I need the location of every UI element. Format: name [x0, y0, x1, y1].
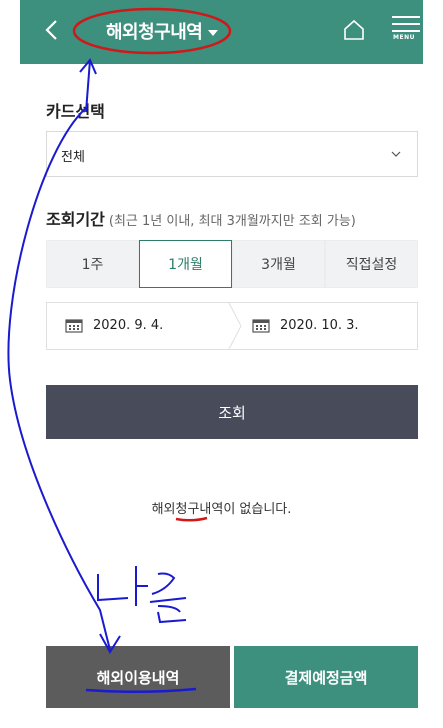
overseas-usage-button[interactable]: 해외이용내역	[46, 646, 230, 708]
menu-label: MENU	[393, 34, 415, 41]
tab-1-month[interactable]: 1개월	[139, 240, 232, 288]
period-tabs: 1주 1개월 3개월 직접설정	[46, 240, 418, 288]
start-date-field[interactable]: 2020. 9. 4.	[65, 317, 163, 333]
card-select-dropdown[interactable]: 전체	[46, 131, 418, 177]
bottom-action-bar: 해외이용내역 결제예정금액	[46, 646, 418, 708]
end-date-field[interactable]: 2020. 10. 3.	[252, 317, 359, 333]
calendar-icon	[65, 319, 83, 333]
right-margin	[423, 0, 443, 728]
home-icon[interactable]	[342, 18, 366, 42]
tab-3-months[interactable]: 3개월	[232, 240, 325, 288]
blue-curve-annotation	[7, 107, 111, 651]
card-select-value: 전체	[61, 150, 85, 165]
handwriting-reun	[149, 572, 187, 624]
period-label-row: 조회기간 (최근 1년 이내, 최대 3개월까지만 조회 가능)	[46, 206, 356, 230]
date-separator-chevron	[228, 303, 242, 349]
calendar-icon	[252, 319, 270, 333]
start-date: 2020. 9. 4.	[93, 317, 164, 333]
caret-down-icon	[208, 30, 219, 36]
expected-payment-button[interactable]: 결제예정금액	[234, 646, 418, 708]
title-dropdown[interactable]: 해외청구내역	[106, 14, 219, 48]
period-label: 조회기간	[46, 210, 105, 229]
search-button[interactable]: 조회	[46, 385, 418, 439]
menu-icon[interactable]: MENU	[392, 14, 422, 44]
date-range: 2020. 9. 4. 2020. 10. 3.	[46, 302, 418, 350]
back-arrow-icon[interactable]	[42, 16, 62, 44]
chevron-down-icon	[391, 151, 401, 157]
tab-custom[interactable]: 직접설정	[325, 240, 418, 288]
left-margin	[0, 0, 20, 728]
app-header: 해외청구내역 MENU	[20, 0, 423, 64]
page-title: 해외청구내역	[106, 22, 203, 43]
red-underline-annotation	[175, 516, 208, 522]
tab-1-week[interactable]: 1주	[46, 240, 139, 288]
handwriting-da	[97, 566, 148, 606]
end-date: 2020. 10. 3.	[280, 317, 359, 333]
card-select-label: 카드선택	[46, 102, 105, 121]
empty-message: 해외청구내역이 없습니다.	[151, 502, 292, 517]
period-hint: (최근 1년 이내, 최대 3개월까지만 조회 가능)	[108, 214, 356, 229]
